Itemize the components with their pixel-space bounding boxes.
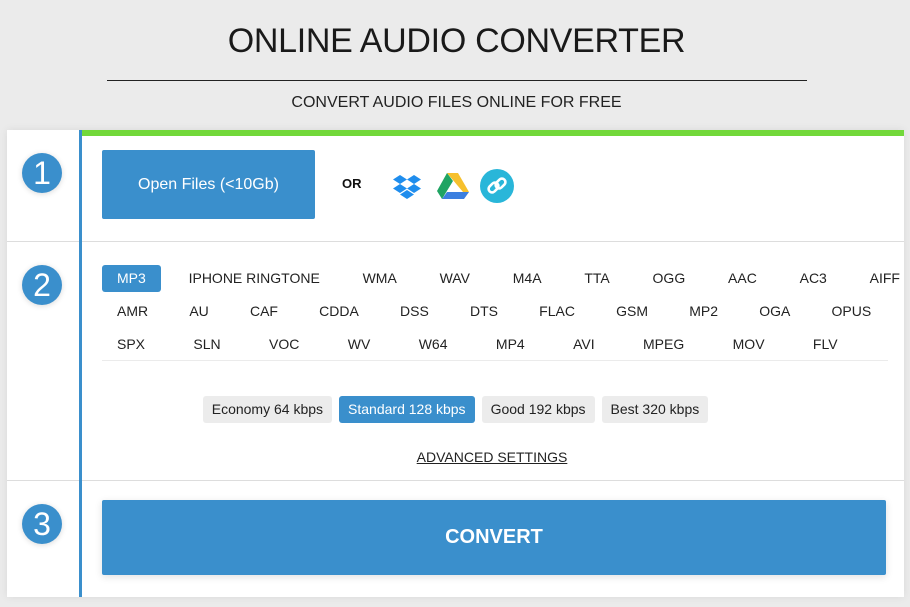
link-icon[interactable]	[480, 169, 514, 203]
format-option-gsm[interactable]: GSM	[601, 298, 663, 325]
format-option-ogg[interactable]: OGG	[638, 265, 701, 292]
step-2-badge: 2	[22, 265, 62, 305]
or-label: OR	[342, 176, 362, 191]
format-option-iphone-ringtone[interactable]: IPHONE RINGTONE	[174, 265, 335, 292]
format-option-w64[interactable]: W64	[404, 331, 463, 358]
step-3-badge: 3	[22, 504, 62, 544]
format-option-amr[interactable]: AMR	[102, 298, 163, 325]
bitrate-options: Economy 64 kbps Standard 128 kbps Good 192…	[7, 396, 904, 423]
open-files-button[interactable]: Open Files (<10Gb)	[102, 150, 315, 219]
format-option-m4a[interactable]: M4A	[498, 265, 557, 292]
bitrate-option[interactable]: Good 192 kbps	[481, 396, 595, 423]
format-option-mov[interactable]: MOV	[718, 331, 780, 358]
format-option-dts[interactable]: DTS	[455, 298, 513, 325]
step-2-section: 2 MP3 IPHONE RINGTONE WMA WAV M4A TTA OGG AAC AC…	[7, 242, 904, 481]
bitrate-option[interactable]: Standard 128 kbps	[339, 396, 475, 423]
format-option-wav[interactable]: WAV	[425, 265, 485, 292]
title-divider	[107, 80, 807, 81]
convert-button[interactable]: CONVERT	[102, 500, 886, 575]
format-option-flv[interactable]: FLV	[798, 331, 853, 358]
steps-timeline-line	[79, 130, 82, 597]
format-option-au[interactable]: AU	[174, 298, 223, 325]
format-row: MP3 IPHONE RINGTONE WMA WAV M4A TTA OGG AAC AC3 A…	[102, 262, 900, 295]
bitrate-option[interactable]: Best 320 kbps	[601, 396, 709, 423]
format-divider	[102, 360, 888, 361]
page-subtitle: CONVERT AUDIO FILES ONLINE FOR FREE	[291, 94, 622, 111]
format-option-avi[interactable]: AVI	[558, 331, 610, 358]
google-drive-icon[interactable]	[436, 169, 470, 203]
format-option-mp4[interactable]: MP4	[481, 331, 540, 358]
page-title: ONLINE AUDIO CONVERTER	[227, 22, 686, 60]
step-1-section: 1 Open Files (<10Gb) OR	[7, 130, 904, 242]
advanced-settings-link[interactable]: ADVANCED SETTINGS	[7, 449, 910, 465]
format-option-mp3[interactable]: MP3	[102, 265, 161, 292]
bitrate-option[interactable]: Economy 64 kbps	[202, 396, 333, 423]
format-option-opus[interactable]: OPUS	[817, 298, 887, 325]
format-option-flac[interactable]: FLAC	[524, 298, 590, 325]
dropbox-icon[interactable]	[390, 169, 424, 203]
format-option-sln[interactable]: SLN	[178, 331, 235, 358]
format-option-dss[interactable]: DSS	[385, 298, 444, 325]
format-option-tta[interactable]: TTA	[569, 265, 624, 292]
format-row: SPX SLN VOC WV W64 MP4 AVI MPEG MOV FLV	[102, 328, 888, 361]
format-option-caf[interactable]: CAF	[235, 298, 293, 325]
step-3-section: 3 CONVERT	[7, 481, 904, 597]
step-1-badge: 1	[22, 153, 62, 193]
format-option-wv[interactable]: WV	[333, 331, 386, 358]
format-option-spx[interactable]: SPX	[102, 331, 160, 358]
format-option-aiff[interactable]: AIFF	[855, 265, 910, 292]
format-option-mpeg[interactable]: MPEG	[628, 331, 699, 358]
format-option-aac[interactable]: AAC	[713, 265, 772, 292]
format-option-mp2[interactable]: MP2	[674, 298, 733, 325]
format-option-voc[interactable]: VOC	[254, 331, 314, 358]
format-option-ac3[interactable]: AC3	[785, 265, 842, 292]
format-list: MP3 IPHONE RINGTONE WMA WAV M4A TTA OGG AAC AC3 A…	[102, 262, 900, 361]
format-option-wma[interactable]: WMA	[348, 265, 412, 292]
converter-card: 1 Open Files (<10Gb) OR 2 MP3 IPHONE RIN…	[7, 130, 904, 597]
format-option-oga[interactable]: OGA	[744, 298, 805, 325]
format-option-cdda[interactable]: CDDA	[304, 298, 374, 325]
format-row: AMR AU CAF CDDA DSS DTS FLAC GSM MP2 OGA OPUS	[102, 295, 888, 328]
